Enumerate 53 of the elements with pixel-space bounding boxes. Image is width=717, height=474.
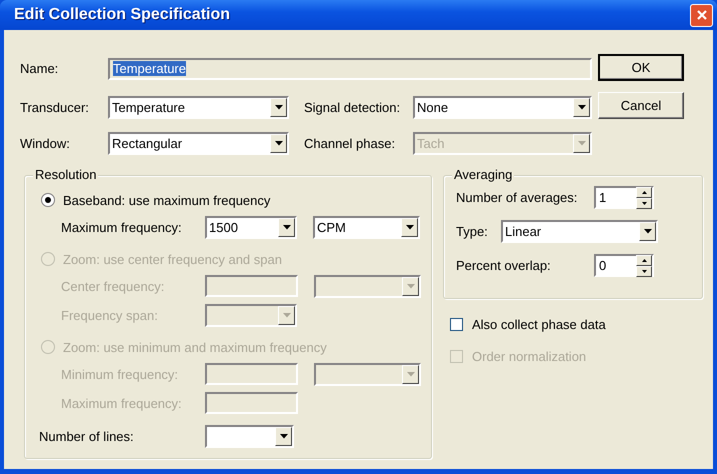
field-label: Minimum frequency: (61, 366, 180, 382)
caret-icon (402, 276, 419, 296)
group-title: Averaging (452, 167, 514, 182)
name-field[interactable]: Temperature (108, 58, 592, 80)
caret-icon (270, 98, 287, 117)
caret-icon (278, 306, 295, 324)
field-label: Number of averages: (456, 190, 578, 205)
dropdown[interactable]: Linear (501, 220, 658, 243)
caret-icon (639, 222, 656, 241)
spinner-arrows-icon (636, 186, 652, 208)
dialog-button[interactable]: Cancel (598, 92, 684, 119)
dropdown[interactable]: Temperature (108, 96, 289, 119)
field-label: Window: (20, 136, 71, 151)
input-field[interactable] (205, 392, 298, 414)
name-label: Name: (20, 61, 60, 76)
field-label: Maximum frequency: (61, 220, 183, 234)
caret-icon (275, 426, 292, 446)
radio-label: Zoom: use minimum and maximum frequency (63, 340, 327, 354)
caret-icon (402, 364, 419, 384)
field-label: Signal detection: (303, 100, 402, 115)
spin-field[interactable]: 0 (594, 254, 654, 277)
radio-label: Zoom: use center frequency and span (63, 252, 282, 266)
caret-icon (573, 134, 590, 153)
spin-field[interactable]: 1 (594, 186, 654, 209)
dropdown[interactable]: 1500 (205, 216, 297, 238)
spinner-arrows-icon (636, 254, 652, 276)
input-field[interactable] (205, 363, 298, 385)
checkbox-label: Also collect phase data (472, 316, 606, 332)
caret-icon (573, 98, 590, 117)
field-label: Number of lines: (39, 428, 135, 444)
checkbox[interactable] (450, 318, 463, 330)
field-label: Type: (456, 224, 489, 239)
dialog-button[interactable]: OK (598, 54, 684, 81)
field-label: Transducer: (20, 100, 90, 115)
field-label: Channel phase: (303, 136, 396, 151)
dropdown[interactable]: Rectangular (108, 132, 289, 155)
radio-button[interactable] (41, 193, 55, 207)
field-label: Center frequency: (61, 278, 166, 294)
caret-icon (278, 218, 295, 236)
dropdown[interactable]: CPM (313, 216, 420, 238)
input-field[interactable] (205, 275, 298, 297)
group-title: Resolution (33, 167, 98, 182)
field-label: Percent overlap: (456, 258, 552, 273)
field-label: Maximum frequency: (61, 396, 183, 410)
caret-icon (401, 218, 418, 236)
window-title: Edit Collection Specification (14, 6, 230, 24)
field-label: Frequency span: (61, 308, 159, 322)
checkbox-label: Order normalization (472, 348, 586, 364)
caret-icon (270, 134, 287, 153)
dropdown[interactable] (205, 424, 294, 448)
dropdown[interactable]: None (413, 96, 592, 119)
close-icon[interactable] (690, 4, 713, 26)
radio-label: Baseband: use maximum frequency (63, 192, 270, 208)
